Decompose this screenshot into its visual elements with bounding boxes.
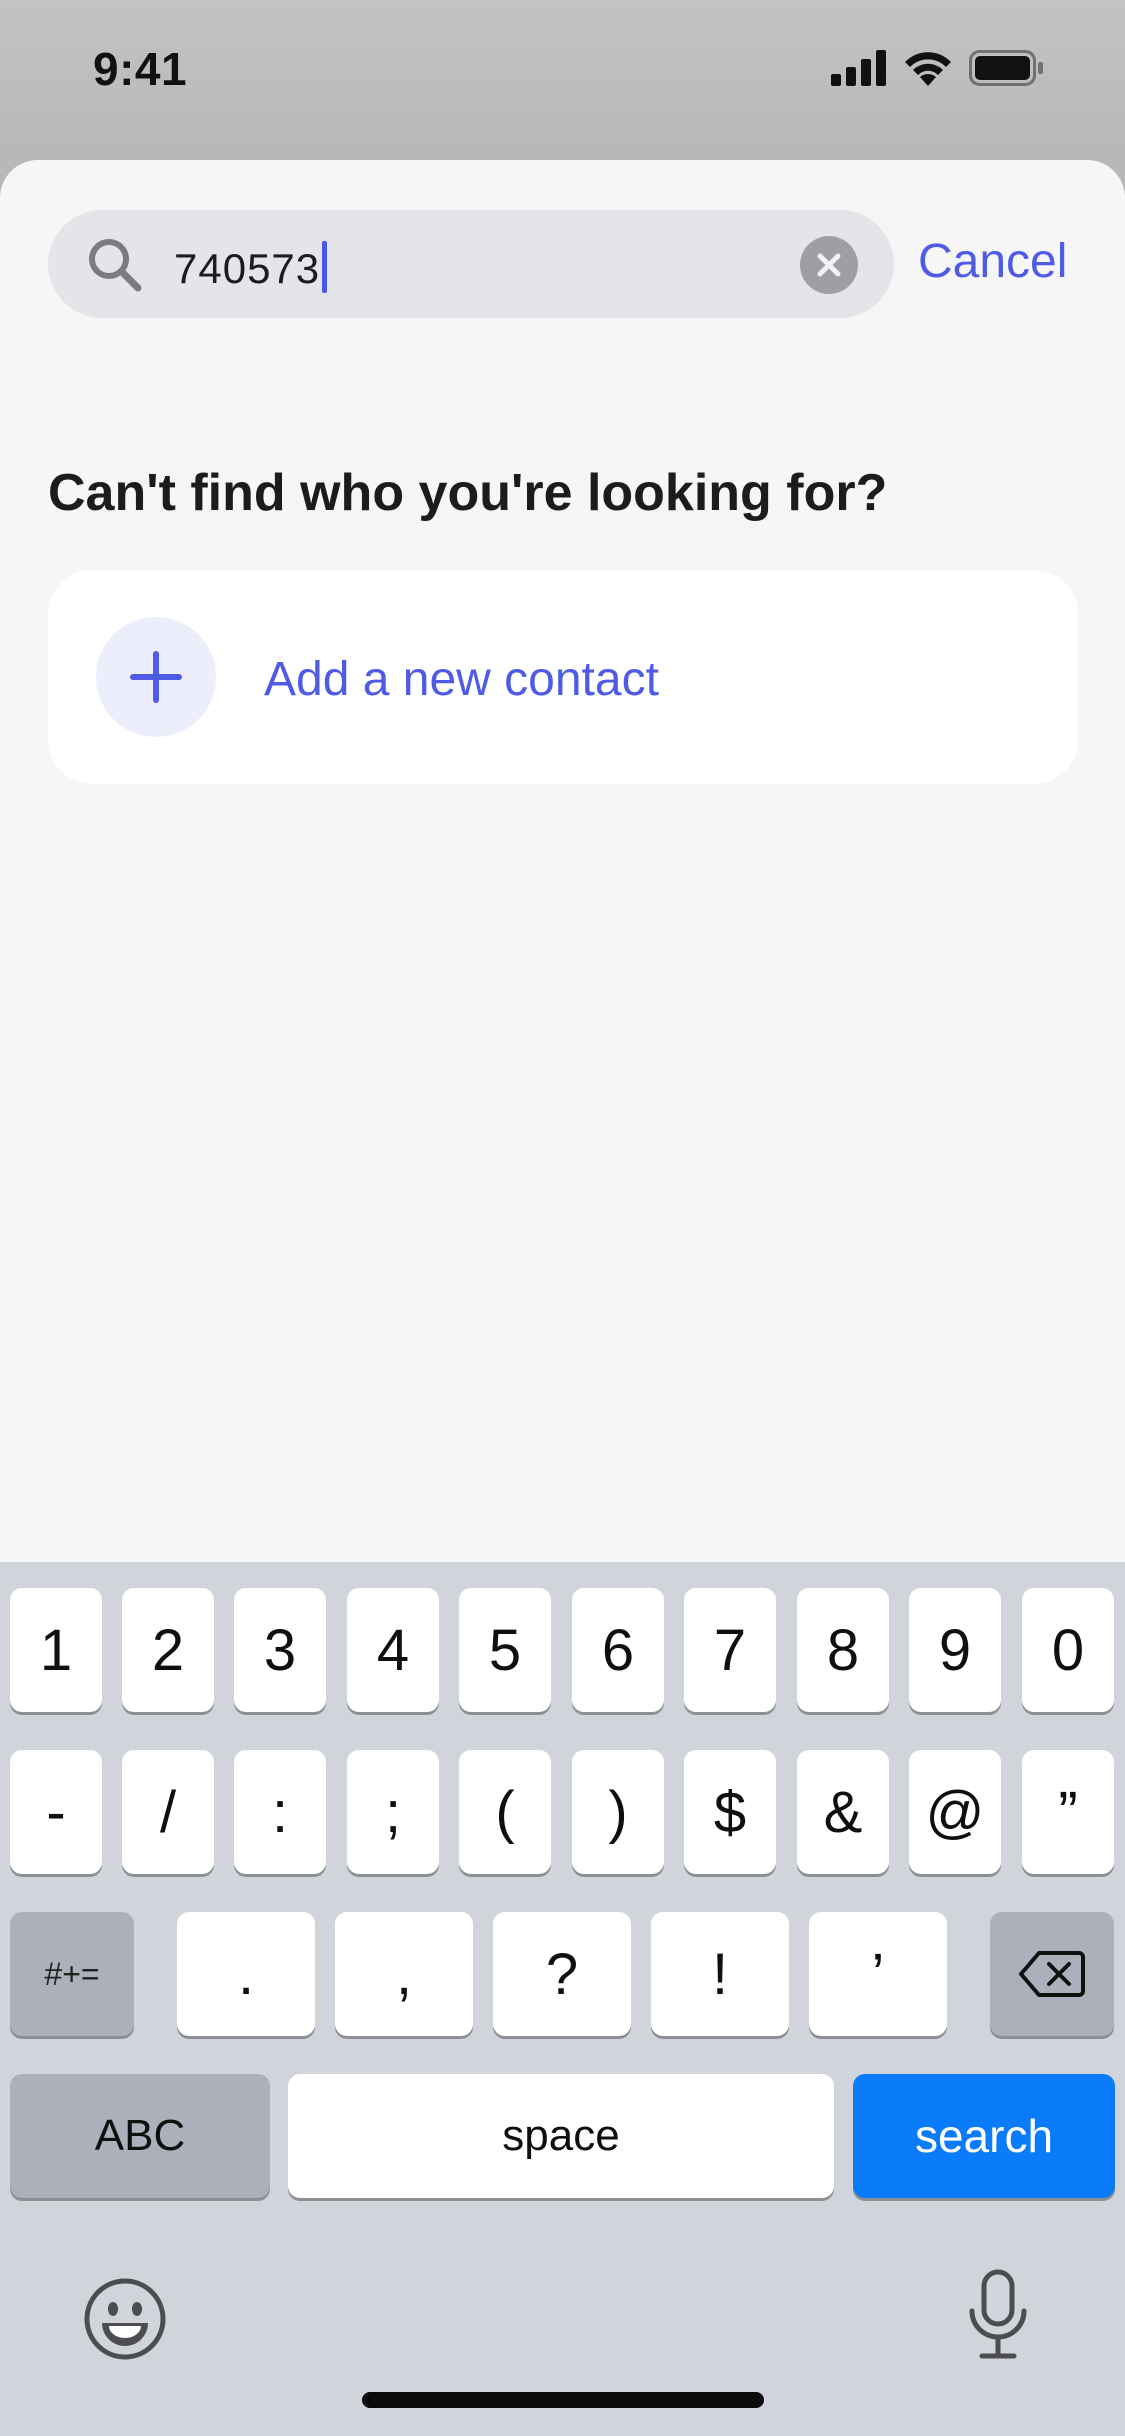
key-4[interactable]: 4 — [347, 1588, 439, 1712]
key-1[interactable]: 1 — [10, 1588, 102, 1712]
backspace-icon — [1019, 1951, 1085, 1997]
status-time: 9:41 — [93, 43, 188, 95]
status-bar: 9:41 — [0, 0, 1125, 160]
key-semicolon[interactable]: ; — [347, 1750, 439, 1874]
search-input[interactable]: 740573 — [48, 210, 894, 318]
key-7[interactable]: 7 — [684, 1588, 776, 1712]
status-icons — [831, 50, 1081, 90]
battery-icon — [969, 50, 1043, 86]
wifi-icon — [905, 52, 951, 86]
search-sheet: 740573 Cancel Can't find who you're look… — [0, 160, 1125, 1562]
search-text: 740573 — [174, 245, 321, 292]
key-exclamation[interactable]: ! — [651, 1912, 789, 2036]
key-9[interactable]: 9 — [909, 1588, 1001, 1712]
space-key[interactable]: space — [288, 2074, 834, 2198]
backspace-key[interactable] — [990, 1912, 1114, 2036]
key-2[interactable]: 2 — [122, 1588, 214, 1712]
key-question[interactable]: ? — [493, 1912, 631, 2036]
emoji-icon[interactable] — [82, 2276, 168, 2362]
key-dollar[interactable]: $ — [684, 1750, 776, 1874]
key-apostrophe[interactable]: ’ — [809, 1912, 947, 2036]
key-more-symbols[interactable]: #+= — [10, 1912, 134, 2036]
key-5[interactable]: 5 — [459, 1588, 551, 1712]
key-at[interactable]: @ — [909, 1750, 1001, 1874]
clear-icon — [817, 253, 841, 277]
clear-button[interactable] — [800, 236, 858, 294]
home-indicator[interactable] — [362, 2392, 764, 2408]
key-quote[interactable]: ” — [1022, 1750, 1114, 1874]
no-results-heading: Can't find who you're looking for? — [48, 464, 888, 522]
add-contact-label: Add a new contact — [264, 653, 659, 706]
plus-icon-circle — [96, 617, 216, 737]
microphone-icon[interactable] — [966, 2269, 1030, 2361]
key-3[interactable]: 3 — [234, 1588, 326, 1712]
key-colon[interactable]: : — [234, 1750, 326, 1874]
plus-icon — [130, 651, 182, 703]
search-input-value[interactable]: 740573 — [174, 241, 328, 293]
key-open-paren[interactable]: ( — [459, 1750, 551, 1874]
add-contact-button[interactable]: Add a new contact — [48, 570, 1078, 784]
key-close-paren[interactable]: ) — [572, 1750, 664, 1874]
key-ampersand[interactable]: & — [797, 1750, 889, 1874]
key-6[interactable]: 6 — [572, 1588, 664, 1712]
cancel-button[interactable]: Cancel — [918, 234, 1067, 289]
key-8[interactable]: 8 — [797, 1588, 889, 1712]
abc-key[interactable]: ABC — [10, 2074, 270, 2198]
key-hyphen[interactable]: - — [10, 1750, 102, 1874]
search-icon — [89, 239, 142, 292]
key-comma[interactable]: , — [335, 1912, 473, 2036]
cellular-signal-icon — [831, 50, 886, 86]
text-caret — [322, 241, 328, 293]
search-key[interactable]: search — [853, 2074, 1115, 2198]
keyboard: 1 2 3 4 5 6 7 8 9 0 - / : ; ( ) $ & @ ” … — [0, 1562, 1125, 2436]
key-0[interactable]: 0 — [1022, 1588, 1114, 1712]
key-period[interactable]: . — [177, 1912, 315, 2036]
key-slash[interactable]: / — [122, 1750, 214, 1874]
